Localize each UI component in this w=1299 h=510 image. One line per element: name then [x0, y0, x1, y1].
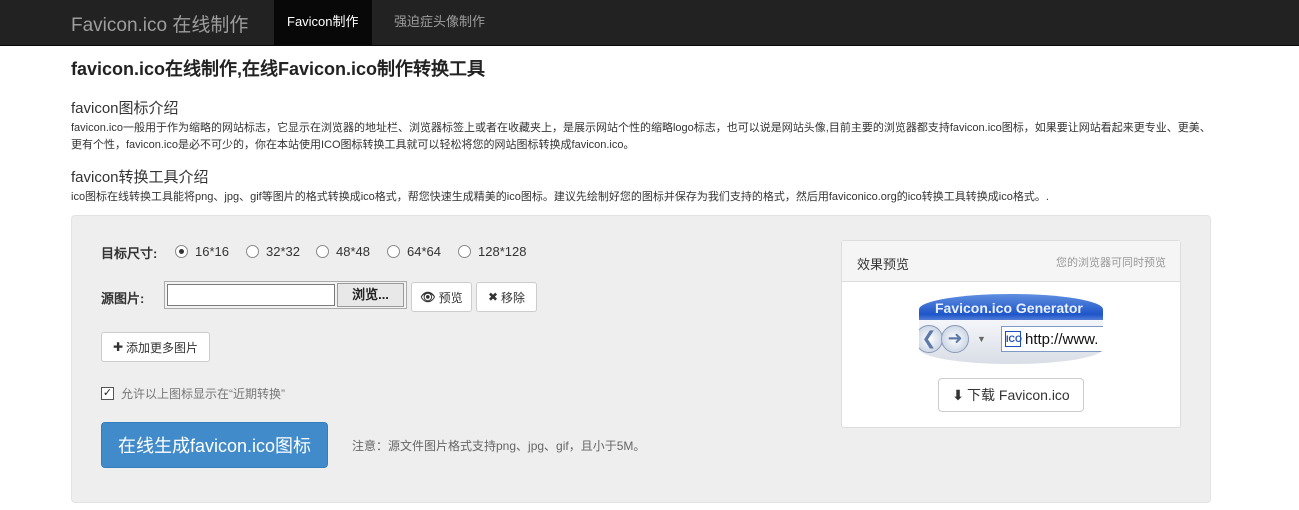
file-path-field[interactable]: [167, 284, 335, 306]
tab-avatar-make[interactable]: 强迫症头像制作: [381, 0, 498, 45]
back-arrow-icon: ❮: [919, 325, 943, 353]
close-icon: ✖: [487, 290, 499, 304]
remove-button-label: 移除: [501, 290, 526, 305]
page-title: favicon.ico在线制作,在线Favicon.ico制作转换工具: [71, 59, 486, 79]
preview-button-label: 预览: [438, 290, 463, 305]
navbar: Favicon.ico 在线制作 Favicon制作 强迫症头像制作: [0, 0, 1299, 46]
size-label: 目标尺寸:: [101, 246, 158, 261]
section-text-tool-intro: ico图标在线转换工具能将png、jpg、gif等图片的格式转换成ico格式，帮…: [71, 191, 1049, 203]
browser-toolbar: ❮ ➜ ▼ ICO http://www.: [919, 320, 1103, 364]
dropdown-caret-icon: ▼: [977, 334, 986, 344]
size-radio-16[interactable]: 16*16: [175, 244, 229, 259]
size-radio-128[interactable]: 128*128: [458, 244, 526, 259]
section-heading-tool-intro: favicon转换工具介绍: [71, 169, 209, 186]
preview-panel-title: 效果预览: [857, 257, 910, 272]
size-radio-label: 64*64: [407, 244, 441, 259]
address-bar: ICO http://www.: [1001, 326, 1103, 352]
section-text-favicon-intro: favicon.ico一般用于作为缩略的网站标志，它显示在浏览器的地址栏、浏览器…: [71, 122, 1211, 151]
checkbox-check-icon: ✓: [101, 387, 114, 400]
browser-title-text: Favicon.ico Generator: [935, 300, 1083, 316]
forward-arrow-icon: ➜: [941, 325, 969, 353]
radio-dot-icon: [246, 245, 259, 258]
add-more-images-button[interactable]: ✚ 添加更多图片: [101, 332, 210, 362]
download-favicon-button[interactable]: ⬇ 下载 Favicon.ico: [938, 378, 1084, 412]
format-note: 注意：源文件图片格式支持png、jpg、gif，且小于5M。: [352, 439, 646, 453]
address-text: http://www.: [1025, 330, 1099, 348]
browse-button[interactable]: 浏览...: [337, 283, 404, 307]
plus-icon: ✚: [112, 340, 124, 354]
add-more-images-label: 添加更多图片: [126, 340, 199, 355]
size-radio-label: 48*48: [336, 244, 370, 259]
radio-dot-icon: [316, 245, 329, 258]
section-heading-favicon-intro: favicon图标介绍: [71, 100, 179, 117]
size-radio-64[interactable]: 64*64: [387, 244, 441, 259]
brand-title[interactable]: Favicon.ico 在线制作: [71, 10, 248, 37]
size-radio-label: 128*128: [478, 244, 527, 259]
radio-dot-icon: [458, 245, 471, 258]
download-icon: ⬇: [952, 386, 965, 403]
download-button-label: 下载 Favicon.ico: [967, 387, 1070, 403]
size-radio-32[interactable]: 32*32: [246, 244, 300, 259]
allow-recent-checkbox[interactable]: ✓ 允许以上图标显示在“近期转换”: [101, 385, 285, 402]
radio-dot-icon: [387, 245, 400, 258]
size-radio-label: 32*32: [266, 244, 300, 259]
radio-dot-icon: [175, 245, 188, 258]
favicon-ico-icon: ICO: [1005, 331, 1022, 347]
tab-favicon-make[interactable]: Favicon制作: [274, 0, 372, 45]
browser-preview-image: Favicon.ico Generator ❮ ➜ ▼ ICO http://w…: [919, 294, 1103, 364]
preview-panel-subtitle: 您的浏览器可同时预览: [1056, 257, 1166, 269]
eye-icon: 👁: [420, 290, 436, 304]
source-image-label: 源图片:: [101, 291, 145, 306]
generate-favicon-button[interactable]: 在线生成favicon.ico图标: [101, 422, 328, 468]
preview-panel-header: 效果预览 您的浏览器可同时预览: [842, 241, 1180, 282]
preview-button[interactable]: 👁 预览: [411, 282, 472, 312]
allow-recent-label: 允许以上图标显示在“近期转换”: [121, 387, 285, 401]
size-radio-label: 16*16: [195, 244, 229, 259]
file-input[interactable]: 浏览...: [164, 281, 407, 309]
remove-button[interactable]: ✖ 移除: [476, 282, 537, 312]
size-radio-48[interactable]: 48*48: [316, 244, 370, 259]
